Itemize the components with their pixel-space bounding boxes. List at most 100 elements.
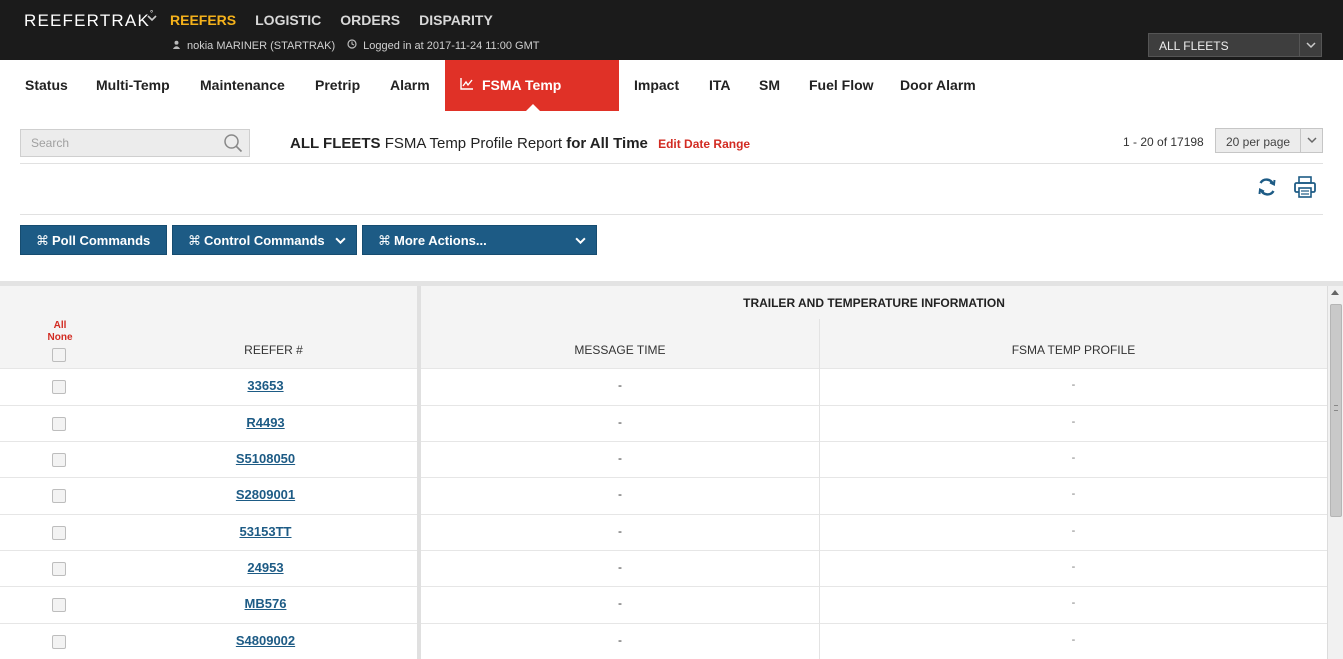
per-page-select[interactable]: 20 per page xyxy=(1215,128,1323,153)
reefer-link[interactable]: 53153TT xyxy=(140,524,391,539)
command-icon: ⌘ xyxy=(188,233,201,248)
tab-ita[interactable]: ITA xyxy=(709,60,731,111)
message-time-cell: - xyxy=(618,524,622,538)
chart-icon xyxy=(460,60,474,111)
message-time-cell: - xyxy=(618,633,622,647)
brand-logo[interactable]: REEFERTRAK° xyxy=(24,9,154,31)
message-time-cell: - xyxy=(618,451,622,465)
search-icon[interactable] xyxy=(223,133,243,153)
reefer-link[interactable]: 33653 xyxy=(140,378,391,393)
search-box xyxy=(20,129,250,157)
report-name: FSMA Temp Profile Report xyxy=(384,135,563,152)
message-time-cell: - xyxy=(618,415,622,429)
table-row: R4493 - - xyxy=(0,405,1327,441)
per-page-value: 20 per page xyxy=(1226,135,1291,149)
message-time-cell: - xyxy=(618,596,622,610)
divider xyxy=(20,214,1323,215)
nav-orders[interactable]: ORDERS xyxy=(340,12,400,28)
column-group-header: TRAILER AND TEMPERATURE INFORMATION xyxy=(743,296,1005,310)
search-input[interactable] xyxy=(21,130,211,156)
reefer-link[interactable]: 24953 xyxy=(140,560,391,575)
login-time: Logged in at 2017-11-24 11:00 GMT xyxy=(363,39,540,52)
report-toolbar: ALL FLEETS FSMA Temp Profile Report for … xyxy=(0,111,1343,281)
table-row: 53153TT - - xyxy=(0,514,1327,550)
fleet-select-value: ALL FLEETS xyxy=(1159,39,1229,53)
tab-pretrip[interactable]: Pretrip xyxy=(315,60,360,111)
message-time-cell: - xyxy=(618,560,622,574)
reefer-link[interactable]: S2809001 xyxy=(140,487,391,502)
table-row: 33653 - - xyxy=(0,368,1327,404)
row-checkbox[interactable] xyxy=(52,526,66,540)
scroll-up-arrow-icon[interactable] xyxy=(1331,290,1339,295)
active-tab-caret xyxy=(526,104,540,111)
select-all-checkbox[interactable] xyxy=(52,348,66,362)
nav-reefers[interactable]: REEFERS xyxy=(170,12,236,28)
reefer-link[interactable]: S5108050 xyxy=(140,451,391,466)
fleet-select[interactable]: ALL FLEETS xyxy=(1148,33,1322,57)
edit-date-range-link[interactable]: Edit Date Range xyxy=(658,137,750,151)
column-header-message-time[interactable]: MESSAGE TIME xyxy=(421,343,819,357)
column-header-fsma-temp-profile[interactable]: FSMA TEMP PROFILE xyxy=(820,343,1327,357)
message-time-cell: - xyxy=(618,378,622,392)
top-header: REEFERTRAK° REEFERS LOGISTIC ORDERS DISP… xyxy=(0,0,1343,60)
row-checkbox[interactable] xyxy=(52,380,66,394)
table-row: S2809001 - - xyxy=(0,477,1327,513)
select-all-link[interactable]: All xyxy=(40,320,80,332)
row-checkbox[interactable] xyxy=(52,417,66,431)
tab-impact[interactable]: Impact xyxy=(634,60,679,111)
command-icon: ⌘ xyxy=(36,233,49,248)
report-period: for All Time xyxy=(566,135,648,152)
table-row: MB576 - - xyxy=(0,586,1327,622)
row-checkbox[interactable] xyxy=(52,453,66,467)
vertical-scrollbar[interactable] xyxy=(1327,286,1343,659)
tab-sm[interactable]: SM xyxy=(759,60,780,111)
user-name: nokia MARINER (STARTRAK) xyxy=(187,39,336,52)
select-none-link[interactable]: None xyxy=(40,332,80,344)
reefer-link[interactable]: R4493 xyxy=(140,415,391,430)
tab-maintenance[interactable]: Maintenance xyxy=(200,60,285,111)
report-table: All None REEFER # TRAILER AND TEMPERATUR… xyxy=(0,286,1327,659)
scrollbar-thumb[interactable] xyxy=(1330,304,1342,517)
fsma-cell: - xyxy=(1071,452,1076,464)
command-icon: ⌘ xyxy=(378,233,391,248)
column-divider xyxy=(819,319,820,659)
chevron-down-icon[interactable] xyxy=(1299,34,1321,56)
chevron-down-icon[interactable] xyxy=(146,12,158,27)
fsma-cell: - xyxy=(1071,416,1076,428)
user-icon xyxy=(172,40,181,52)
tab-door-alarm[interactable]: Door Alarm xyxy=(900,60,976,111)
brand-name: REEFERTRAK xyxy=(24,11,150,30)
tab-fuel-flow[interactable]: Fuel Flow xyxy=(809,60,874,111)
pagination-info: 1 - 20 of 17198 xyxy=(1123,135,1204,149)
chevron-down-icon[interactable] xyxy=(1300,129,1322,152)
tab-alarm[interactable]: Alarm xyxy=(390,60,430,111)
report-title: ALL FLEETS FSMA Temp Profile Report for … xyxy=(290,135,750,152)
refresh-icon[interactable] xyxy=(1256,176,1278,198)
nav-logistic[interactable]: LOGISTIC xyxy=(255,12,321,28)
reefer-link[interactable]: S4809002 xyxy=(140,633,391,648)
poll-commands-label: Poll Commands xyxy=(52,233,151,248)
tab-multi-temp[interactable]: Multi-Temp xyxy=(96,60,170,111)
grip-icon xyxy=(1334,405,1338,411)
print-icon[interactable] xyxy=(1293,175,1317,199)
more-actions-button[interactable]: ⌘ More Actions... xyxy=(362,225,597,255)
poll-commands-button[interactable]: ⌘ Poll Commands xyxy=(20,225,167,255)
tab-status[interactable]: Status xyxy=(25,60,68,111)
chevron-down-icon xyxy=(335,226,346,258)
row-checkbox[interactable] xyxy=(52,562,66,576)
fsma-cell: - xyxy=(1071,379,1076,391)
control-commands-button[interactable]: ⌘ Control Commands xyxy=(172,225,357,255)
column-header-reefer[interactable]: REEFER # xyxy=(140,343,407,357)
row-checkbox[interactable] xyxy=(52,598,66,612)
row-checkbox[interactable] xyxy=(52,635,66,649)
fsma-cell: - xyxy=(1071,561,1076,573)
clock-icon xyxy=(347,39,357,52)
fsma-cell: - xyxy=(1071,597,1076,609)
reefer-link[interactable]: MB576 xyxy=(140,596,391,611)
row-checkbox[interactable] xyxy=(52,489,66,503)
control-commands-label: Control Commands xyxy=(204,233,325,248)
nav-disparity[interactable]: DISPARITY xyxy=(419,12,493,28)
fsma-cell: - xyxy=(1071,525,1076,537)
divider xyxy=(20,163,1323,164)
table-row: 24953 - - xyxy=(0,550,1327,586)
